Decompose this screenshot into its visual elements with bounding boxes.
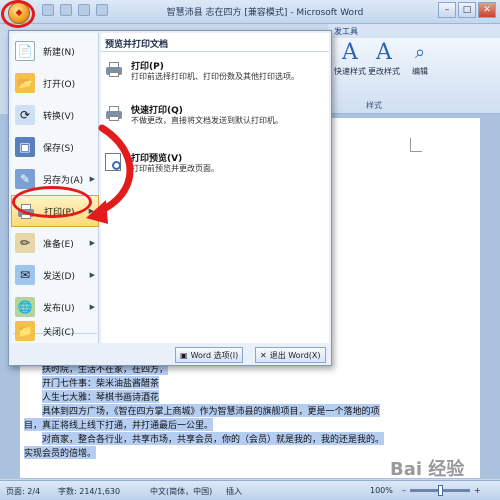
convert-icon: ⟳	[15, 105, 35, 125]
doc-line: 具体到四方广场，《智在四方掌上商城》作为智慧沛县的旗舰项目，更是一个落地的项	[42, 404, 380, 417]
save-quick-icon[interactable]	[42, 4, 54, 16]
menu-item-new[interactable]: 📄 新建(N)	[11, 35, 99, 67]
menu-item-label: 准备(E)	[43, 239, 74, 250]
word-options-button[interactable]: ▣ Word 选项(I)	[175, 347, 244, 363]
title-bar: ◆ 智慧沛县 志在四方 [兼容模式] - Microsoft Word – □ …	[0, 0, 500, 28]
menu-item-label: 发送(D)	[43, 271, 75, 282]
edit-label: 编辑	[412, 67, 428, 76]
printer-icon	[105, 61, 125, 81]
prepare-icon: ✏	[15, 233, 35, 253]
menu-item-label: 保存(S)	[43, 143, 74, 154]
doc-line: 人生七大雅：琴棋书画诗酒花	[42, 390, 160, 403]
status-bar: 页面: 2/4 字数: 214/1,630 中文(简体，中国) 插入 100% …	[0, 480, 500, 500]
zoom-out-button[interactable]: –	[402, 486, 406, 495]
quick-access-toolbar	[42, 4, 142, 18]
style-change-icon: A	[376, 40, 392, 65]
save-icon: ▣	[15, 137, 35, 157]
style-a-icon: A	[342, 40, 358, 65]
options-icon: ▣	[180, 350, 188, 360]
close-folder-icon: 📁	[15, 321, 35, 341]
annotation-circle-office-button	[1, 0, 35, 28]
redo-quick-icon[interactable]	[78, 4, 90, 16]
option-description: 打印前选择打印机、打印份数及其他打印选项。	[131, 72, 299, 81]
doc-line: 实现会员的倍增。	[24, 446, 97, 459]
print-quick-icon[interactable]	[96, 4, 108, 16]
ribbon: A 快速样式 A 更改样式 ⌕ 编辑 样式	[328, 38, 500, 114]
quick-styles-label: 快速样式	[334, 67, 366, 76]
menu-item-open[interactable]: 📂 打开(O)	[11, 67, 99, 99]
minimize-button[interactable]: –	[438, 2, 456, 18]
close-button[interactable]: ✕	[478, 2, 496, 18]
maximize-button[interactable]: □	[458, 2, 476, 18]
zoom-in-button[interactable]: +	[474, 486, 481, 495]
save-as-icon: ✎	[15, 169, 35, 189]
menu-item-label: 另存为(A)	[43, 175, 84, 186]
submenu-arrow-icon: ▶	[89, 271, 95, 279]
submenu-divider	[101, 51, 329, 52]
change-styles-button[interactable]: A 更改样式	[368, 40, 400, 77]
margin-mark	[410, 138, 422, 152]
quick-styles-button[interactable]: A 快速样式	[334, 40, 366, 77]
menu-item-prepare[interactable]: ✏ 准备(E) ▶	[11, 227, 99, 259]
new-doc-icon: 📄	[15, 41, 35, 61]
send-icon: ✉	[15, 265, 35, 285]
binoculars-icon: ⌕	[414, 42, 426, 63]
doc-line: 对商家，整合各行业，共享市场，共享会员，你的（会员）就是我的，我的还是我的。	[42, 432, 385, 445]
submenu-title: 预览并打印文档	[105, 40, 169, 50]
doc-line: 目，真正将线上线下打通，并打通最后一公里。	[24, 418, 214, 431]
insert-mode[interactable]: 插入	[226, 486, 242, 497]
zoom-slider-thumb[interactable]	[437, 485, 443, 496]
menu-item-label: 打开(O)	[43, 79, 76, 90]
office-menu-footer: ▣ Word 选项(I) ✕ 退出 Word(X)	[11, 345, 329, 365]
submenu-arrow-icon: ▶	[89, 239, 95, 247]
edit-button[interactable]: ⌕ 编辑	[412, 40, 428, 77]
page-indicator[interactable]: 页面: 2/4	[6, 486, 40, 497]
ribbon-tabs: 发工具	[328, 24, 500, 38]
word-count[interactable]: 字数: 214/1,630	[58, 486, 120, 497]
submenu-arrow-icon: ▶	[89, 303, 95, 311]
exit-icon: ✕	[260, 350, 267, 360]
publish-icon: 🌐	[15, 297, 35, 317]
exit-word-label: 退出 Word(X)	[269, 350, 321, 360]
option-description: 不做更改，直接将文档发送到默认打印机。	[131, 116, 283, 125]
menu-item-label: 转换(V)	[43, 111, 75, 122]
print-option[interactable]: 打印(P) 打印前选择打印机、打印份数及其他打印选项。	[105, 59, 325, 99]
zoom-level[interactable]: 100%	[370, 486, 393, 495]
exit-word-button[interactable]: ✕ 退出 Word(X)	[255, 347, 326, 363]
watermark: Bai 经验	[390, 459, 465, 480]
menu-item-close[interactable]: 📁 关闭(C)	[11, 315, 99, 347]
menu-item-label: 发布(U)	[43, 303, 75, 314]
change-styles-label: 更改样式	[368, 67, 400, 76]
window-title: 智慧沛县 志在四方 [兼容模式] - Microsoft Word	[166, 8, 364, 18]
doc-line: 开门七件事：柴米油盐酱醋茶	[42, 376, 160, 389]
styles-group-label: 样式	[366, 101, 382, 110]
annotation-arrow-icon	[86, 124, 134, 224]
menu-item-send[interactable]: ✉ 发送(D) ▶	[11, 259, 99, 291]
window-controls: – □ ✕	[438, 2, 496, 18]
word-options-label: Word 选项(I)	[190, 350, 239, 360]
undo-quick-icon[interactable]	[60, 4, 72, 16]
open-folder-icon: 📂	[15, 73, 35, 93]
language-indicator[interactable]: 中文(简体，中国)	[150, 486, 212, 497]
tab-developer[interactable]: 发工具	[334, 26, 358, 37]
menu-item-label: 新建(N)	[43, 47, 75, 58]
option-description: 打印前预览并更改页面。	[131, 164, 219, 173]
menu-item-label: 关闭(C)	[43, 327, 75, 338]
